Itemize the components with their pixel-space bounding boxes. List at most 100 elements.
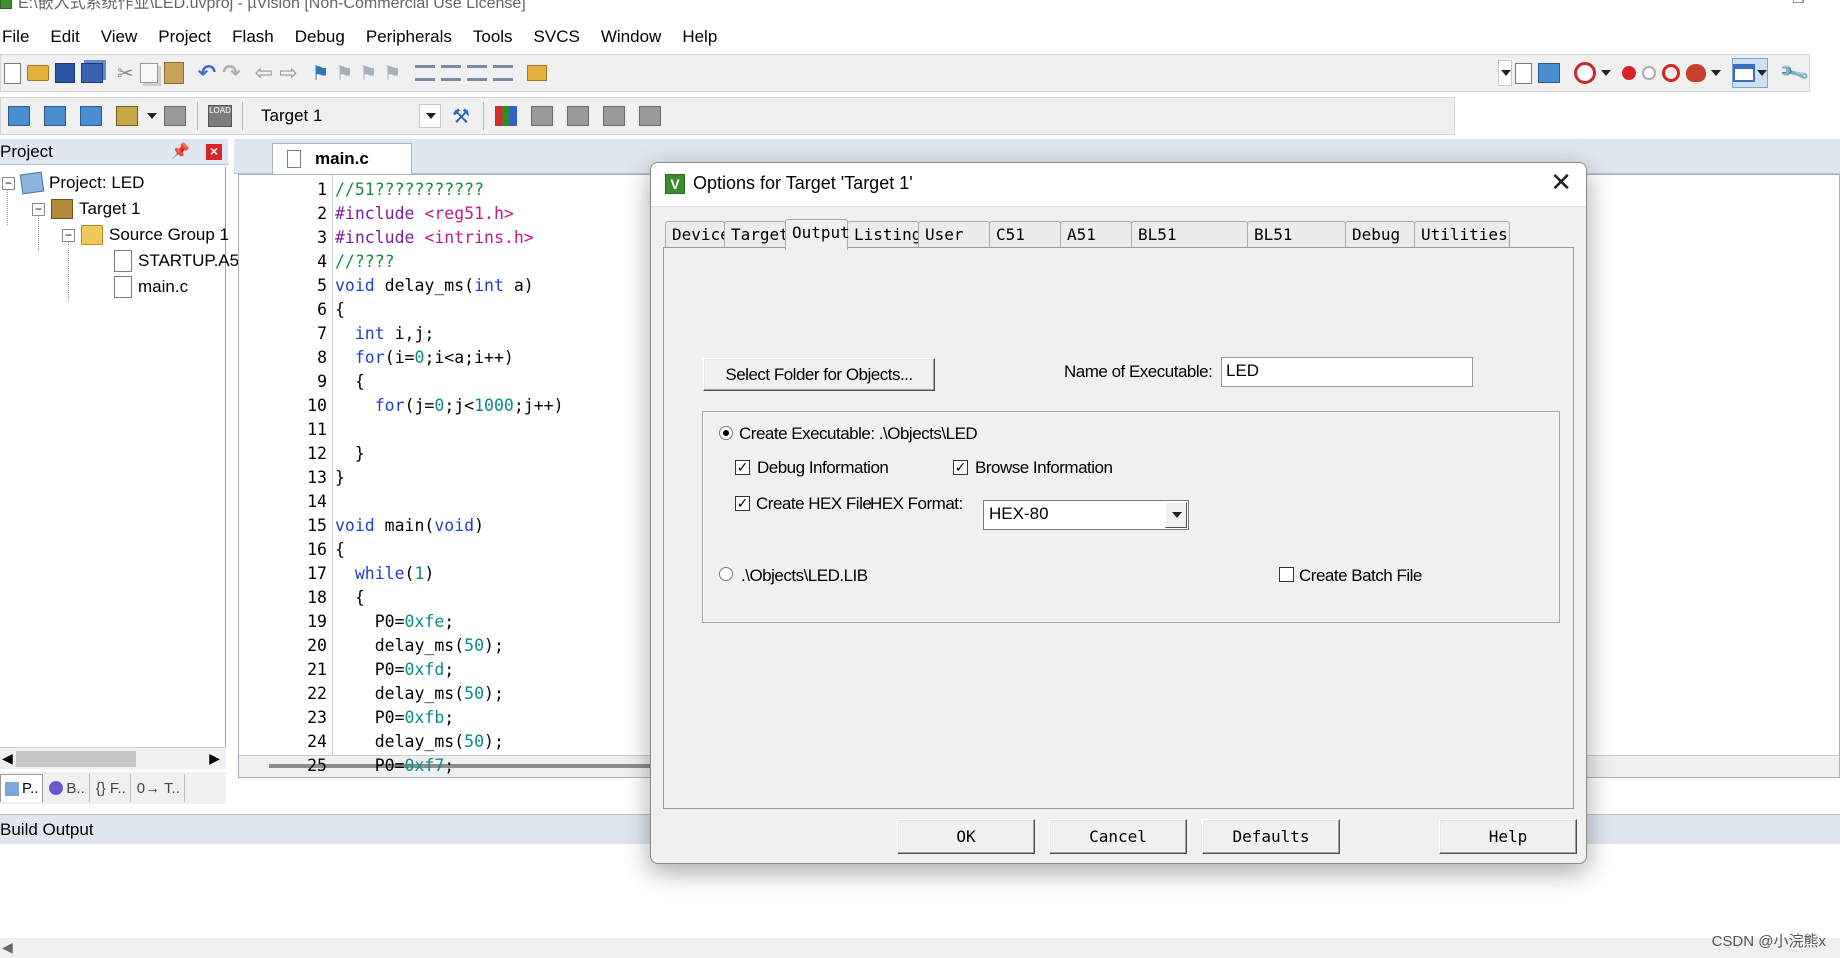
code-text[interactable]: delay_ms(50); <box>331 684 504 703</box>
code-text[interactable]: #include <intrins.h> <box>331 228 534 247</box>
insert-bookmark-button[interactable]: ⚑ <box>312 58 330 88</box>
code-text[interactable]: } <box>331 444 365 463</box>
tab-books[interactable]: B.. <box>45 774 90 802</box>
kill-breakpoints-button[interactable] <box>1686 58 1707 88</box>
cancel-button[interactable]: Cancel <box>1049 819 1187 854</box>
tab-utilities[interactable]: Utilities <box>1414 221 1510 249</box>
tab-templates[interactable]: 0→ T.. <box>133 774 185 802</box>
code-line[interactable]: 6{ <box>239 297 345 321</box>
window-layout-button[interactable] <box>1732 58 1769 88</box>
tree-item-source-group[interactable]: − Source Group 1 <box>62 221 229 249</box>
tab-functions[interactable]: {} F.. <box>92 774 131 802</box>
code-line[interactable]: 8 for(i=0;i<a;i++) <box>239 345 514 369</box>
tab-bl51-locate[interactable]: BL51 Locate <box>1131 221 1248 270</box>
collapse-toggle[interactable]: − <box>2 176 15 190</box>
cut-button[interactable]: ✂ <box>117 58 134 88</box>
pack-installer-button[interactable] <box>563 101 593 131</box>
build-button[interactable] <box>40 101 70 131</box>
menu-svcs[interactable]: SVCS <box>524 23 591 51</box>
code-line[interactable]: 17 while(1) <box>239 561 434 585</box>
code-line[interactable]: 21 P0=0xfd; <box>239 657 454 681</box>
code-line[interactable]: 7 int i,j; <box>239 321 434 345</box>
manage-project-items-button[interactable] <box>491 101 521 131</box>
maximize-icon[interactable]: ❐ <box>1792 0 1805 5</box>
copy-button[interactable] <box>139 58 158 88</box>
tab-a51[interactable]: A51 <box>1060 221 1132 249</box>
minimize-icon[interactable]: — <box>1728 0 1742 5</box>
menu-view[interactable]: View <box>91 23 149 51</box>
help-button[interactable]: Help <box>1439 819 1577 854</box>
incremental-find-button[interactable] <box>1538 58 1561 88</box>
tree-item-startup-file[interactable]: STARTUP.A51 <box>114 247 249 275</box>
tab-bl51-misc[interactable]: BL51 Misc <box>1247 221 1346 270</box>
code-text[interactable]: { <box>331 588 365 607</box>
menu-peripherals[interactable]: Peripherals <box>356 23 463 51</box>
code-line[interactable]: 1//51??????????? <box>239 177 484 201</box>
save-button[interactable] <box>55 58 75 88</box>
code-line[interactable]: 13} <box>239 465 345 489</box>
create-hex-file-checkbox[interactable]: ✓ <box>735 496 750 511</box>
configure-button[interactable]: 🔧 <box>1779 58 1812 90</box>
menu-tools[interactable]: Tools <box>463 23 524 51</box>
code-text[interactable]: } <box>331 468 345 487</box>
code-line[interactable]: 15 void main(void) <box>239 513 484 537</box>
select-packs-button[interactable] <box>599 101 629 131</box>
menu-help[interactable]: Help <box>672 23 728 51</box>
chevron-down-icon[interactable] <box>1601 70 1612 76</box>
unindent-button[interactable] <box>441 58 462 88</box>
code-text[interactable]: P0=0xfd; <box>331 660 455 679</box>
code-line[interactable]: 10 for(j=0;j<1000;j++) <box>239 393 563 417</box>
collapse-toggle[interactable]: − <box>62 228 75 242</box>
enable-breakpoint-button[interactable] <box>1642 58 1657 88</box>
tree-item-target[interactable]: − Target 1 <box>32 195 140 223</box>
code-line[interactable]: 2 #include <reg51.h> <box>239 201 514 225</box>
create-batch-file-checkbox[interactable] <box>1279 567 1294 582</box>
new-file-button[interactable] <box>4 58 21 88</box>
disable-breakpoints-button[interactable] <box>1662 58 1681 88</box>
prev-bookmark-button[interactable]: ⚑ <box>335 58 353 88</box>
code-text[interactable]: void main(void) <box>331 516 484 535</box>
code-line[interactable]: 25 P0=0xf7; <box>239 753 454 777</box>
hex-format-caret[interactable] <box>1165 502 1187 528</box>
code-text[interactable]: for(i=0;i<a;i++) <box>331 348 514 367</box>
code-line[interactable]: 14 <box>239 489 335 513</box>
code-text[interactable]: { <box>331 540 345 559</box>
create-executable-radio[interactable] <box>719 426 733 440</box>
next-bookmark-button[interactable]: ⚑ <box>359 58 377 88</box>
clear-bookmarks-button[interactable]: ⚑ <box>383 58 401 88</box>
code-text[interactable]: delay_ms(50); <box>331 732 504 751</box>
redo-button[interactable]: ↷ <box>222 58 240 88</box>
code-line[interactable]: 19 P0=0xfe; <box>239 609 454 633</box>
scroll-left-icon[interactable]: ◀ <box>2 939 13 956</box>
code-line[interactable]: 20 delay_ms(50); <box>239 633 504 657</box>
hex-format-select[interactable]: HEX-80 <box>983 500 1189 530</box>
tab-target[interactable]: Target <box>724 221 789 249</box>
find-button[interactable] <box>1515 58 1533 88</box>
code-text[interactable]: //???? <box>331 252 395 271</box>
code-line[interactable]: 22 delay_ms(50); <box>239 681 504 705</box>
translate-button[interactable] <box>4 101 34 131</box>
scrollbar-thumb[interactable] <box>16 751 136 767</box>
menu-debug[interactable]: Debug <box>285 23 356 51</box>
close-icon[interactable]: ✕ <box>1550 167 1572 198</box>
scroll-right-icon[interactable]: ▶ <box>209 750 220 767</box>
code-line[interactable]: 5 void delay_ms(int a) <box>239 273 534 297</box>
tab-output[interactable]: Output <box>785 219 850 250</box>
code-text[interactable]: P0=0xfe; <box>331 612 455 631</box>
chevron-down-icon[interactable] <box>147 113 157 119</box>
target-select-caret[interactable] <box>419 104 441 128</box>
run-time-env-button[interactable] <box>635 101 665 131</box>
menu-project[interactable]: Project <box>148 23 222 51</box>
stop-build-button[interactable] <box>160 101 190 131</box>
indent-button[interactable] <box>415 58 436 88</box>
create-library-radio[interactable] <box>719 567 733 581</box>
rebuild-button[interactable] <box>76 101 106 131</box>
debug-information-checkbox[interactable]: ✓ <box>735 460 750 475</box>
tab-user[interactable]: User <box>918 221 990 249</box>
tab-listing[interactable]: Listing <box>847 221 921 249</box>
code-line[interactable]: 16{ <box>239 537 345 561</box>
defaults-button[interactable]: Defaults <box>1202 819 1340 854</box>
navigate-forward-button[interactable]: ⇨ <box>279 58 297 88</box>
options-for-target-button[interactable]: ⚒ <box>446 101 476 131</box>
chevron-down-icon[interactable] <box>1711 70 1722 76</box>
